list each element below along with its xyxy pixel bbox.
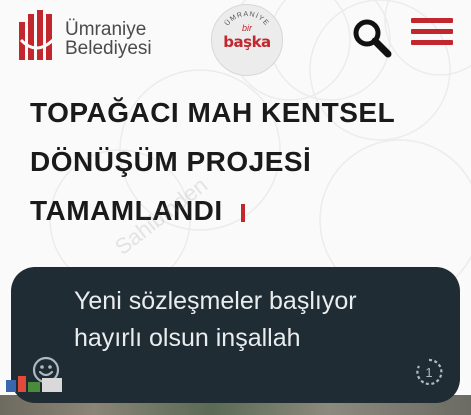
search-icon[interactable] xyxy=(350,16,394,60)
hamburger-menu-icon[interactable] xyxy=(411,18,453,52)
badge-small-text: bir xyxy=(241,23,252,33)
badge-main-text: başka xyxy=(223,33,271,51)
ataturk-mark-icon xyxy=(19,10,55,60)
view-once-count: 1 xyxy=(425,365,432,380)
brand-line2: Belediyesi xyxy=(65,38,152,59)
brand-name: Ümraniye Belediyesi xyxy=(65,20,152,58)
brand-line1: Ümraniye xyxy=(65,19,147,40)
bir-baska-badge[interactable]: ÜMRANİYE bir başka xyxy=(211,4,283,76)
menu-bar xyxy=(411,40,453,45)
menu-bar xyxy=(411,18,453,23)
message-text: Yeni sözleşmeler başlıyor hayırlı olsun … xyxy=(74,287,357,352)
sahibinden-logo-icon xyxy=(6,376,62,392)
text-cursor xyxy=(240,203,245,222)
message-bubble[interactable]: Yeni sözleşmeler başlıyor hayırlı olsun … xyxy=(11,267,460,403)
headline-line: DÖNÜŞÜM PROJESİ xyxy=(30,146,312,177)
page-headline: TOPAĞACI MAH KENTSEL DÖNÜŞÜM PROJESİ TAM… xyxy=(30,88,450,235)
headline-line: TOPAĞACI MAH KENTSEL xyxy=(30,97,396,128)
view-once-icon[interactable]: 1 xyxy=(414,357,444,387)
menu-bar xyxy=(411,29,453,34)
municipality-logo[interactable]: Ümraniye Belediyesi xyxy=(19,6,169,64)
headline-line-last: TAMAMLANDI xyxy=(30,186,450,235)
site-header: Ümraniye Belediyesi ÜMRANİYE bir başka xyxy=(0,0,471,78)
